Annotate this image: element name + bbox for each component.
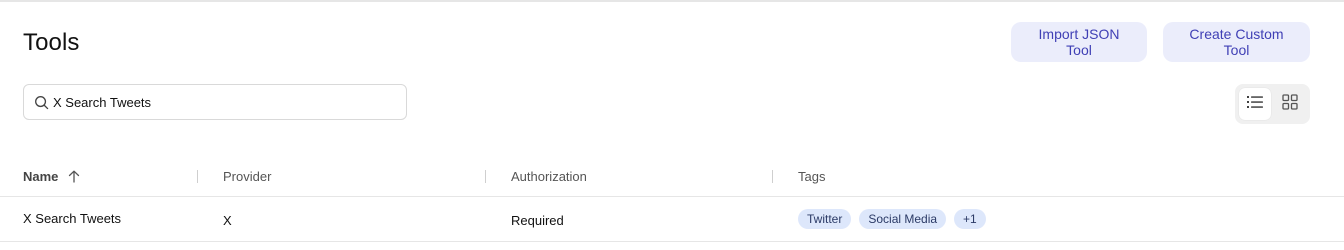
column-header-tags[interactable]: Tags (798, 169, 825, 184)
view-toggle (1235, 84, 1310, 124)
grid-icon (1282, 93, 1298, 115)
sort-ascending-icon[interactable] (68, 170, 80, 183)
tools-page: Tools Import JSON Tool Create Custom Too… (0, 0, 1344, 250)
tool-name[interactable]: X Search Tweets (23, 211, 121, 226)
tool-provider: X (223, 213, 232, 228)
search-input[interactable] (53, 94, 393, 110)
column-header-label: Provider (223, 169, 272, 184)
column-header-label: Tags (798, 169, 826, 184)
column-header-provider[interactable]: Provider (223, 169, 271, 184)
table-header: Name Provider Authorization Tags (0, 157, 1344, 197)
column-divider[interactable] (772, 170, 773, 183)
grid-view-button[interactable] (1274, 88, 1306, 120)
search-box[interactable] (23, 84, 407, 120)
column-header-authorization[interactable]: Authorization (511, 169, 587, 184)
import-json-tool-button[interactable]: Import JSON Tool (1011, 22, 1147, 62)
tool-authorization: Required (511, 213, 564, 228)
column-header-label: Authorization (511, 169, 587, 184)
column-divider[interactable] (197, 170, 198, 183)
list-view-button[interactable] (1239, 88, 1271, 120)
more-tags-badge[interactable]: +1 (954, 209, 986, 229)
page-title: Tools (23, 29, 80, 56)
create-custom-tool-button[interactable]: Create Custom Tool (1163, 22, 1310, 62)
search-icon (33, 94, 49, 110)
column-header-name[interactable]: Name (23, 169, 80, 184)
tag-badge: Social Media (859, 209, 947, 229)
tool-tags: Twitter Social Media +1 (798, 209, 986, 229)
column-header-label: Name (23, 169, 59, 184)
tag-badge: Twitter (798, 209, 852, 229)
column-divider[interactable] (485, 170, 486, 183)
table-row[interactable]: X Search Tweets X Required Twitter Socia… (0, 197, 1344, 242)
list-icon (1247, 95, 1263, 114)
